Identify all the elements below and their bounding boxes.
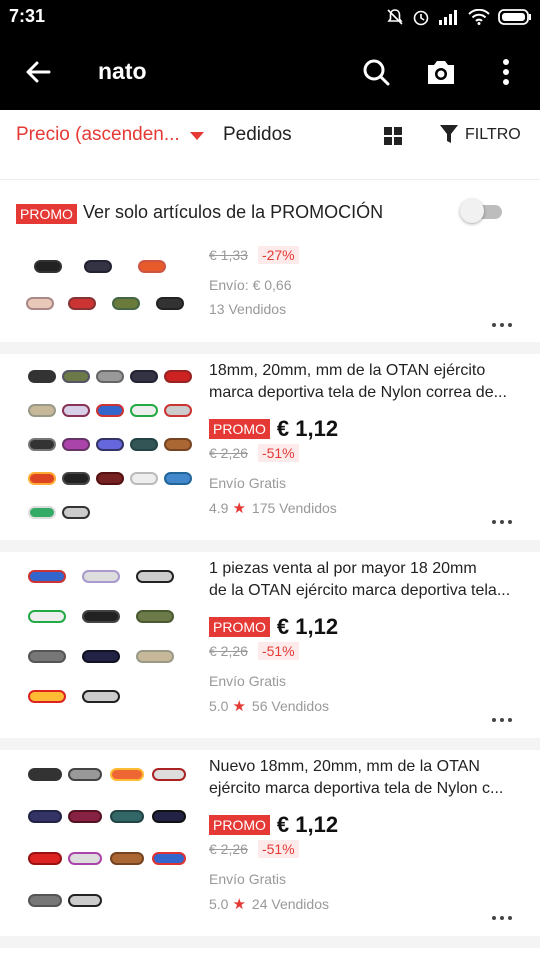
wifi-icon [468,9,490,25]
product-card[interactable] [0,948,540,960]
product-title-line: marca deportiva tela de Nylon correa de.… [209,384,507,401]
old-price-row: € 1,33 -27% [209,246,299,264]
toggle-knob[interactable] [460,199,484,223]
discount-badge: -51% [257,444,299,462]
discount-badge: -27% [257,246,299,264]
promo-badge: PROMO [209,419,270,439]
promo-toggle[interactable] [460,199,502,223]
price-sort-dropdown[interactable]: Precio (ascenden... [16,124,180,146]
old-price: € 1,33 [209,247,248,263]
shipping-info: Envío Gratis [209,871,287,887]
product-card[interactable]: Nuevo 18mm, 20mm, mm de la OTAN ejército… [0,750,540,936]
orders-sort-tab[interactable]: Pedidos [223,124,292,146]
search-icon[interactable] [360,56,392,88]
rating-row: 4.9 ★ 175 Vendidos [209,499,337,517]
product-price: € 1,12 [276,416,339,441]
grid-view-icon[interactable] [384,127,402,145]
divider [0,540,540,552]
more-vert-icon[interactable] [497,56,515,88]
shipping-info: Envío: € 0,66 [209,277,292,293]
chevron-down-icon[interactable] [190,132,204,140]
battery-icon [498,9,532,25]
old-price-row: € 2,26 -51% [209,840,299,858]
status-time: 7:31 [9,6,46,26]
star-icon: ★ [232,896,246,913]
alarm-icon [412,8,430,26]
sold-count: 56 Vendidos [251,698,329,714]
filter-icon[interactable] [439,123,459,150]
status-bar: 7:31 [0,0,540,34]
promo-badge: PROMO [209,617,270,637]
back-arrow-icon[interactable] [22,56,54,88]
product-title-line: 18mm, 20mm, mm de la OTAN ejército [209,362,486,379]
app-bar: nato [0,34,540,110]
discount-badge: -51% [257,642,299,660]
promo-badge: PROMO [209,815,270,835]
product-image[interactable] [24,242,196,324]
product-title-line: 1 piezas venta al por mayor 18 20mm [209,560,477,577]
product-title-line: ejército marca deportiva tela de Nylon c… [209,780,504,797]
mute-icon [386,8,404,26]
signal-icon [438,9,460,25]
product-image[interactable] [24,364,196,534]
more-options-icon[interactable] [492,520,512,526]
product-title-line: de la OTAN ejército marca deportiva tela… [209,582,511,599]
product-image[interactable] [24,760,196,930]
more-options-icon[interactable] [492,718,512,724]
promo-filter-row: PROMO Ver solo artículos de la PROMOCIÓN [0,180,540,242]
product-price: € 1,12 [276,614,339,639]
product-card[interactable]: € 1,33 -27% Envío: € 0,66 13 Vendidos [0,242,540,342]
rating-row: 5.0 ★ 56 Vendidos [209,697,329,715]
rating-value: 5.0 [209,698,229,714]
product-price: € 1,12 [276,812,339,837]
sold-count: 24 Vendidos [251,896,329,912]
rating-value: 5.0 [209,896,229,912]
rating-value: 4.9 [209,500,229,516]
star-icon: ★ [232,500,246,517]
more-options-icon[interactable] [492,323,512,329]
rating-row: 5.0 ★ 24 Vendidos [209,895,329,913]
old-price-row: € 2,26 -51% [209,444,299,462]
price-row: PROMO € 1,12 [209,416,338,442]
product-image[interactable] [24,562,196,732]
product-title[interactable]: 18mm, 20mm, mm de la OTAN ejército marca… [209,360,521,404]
filter-button[interactable]: FILTRO [465,126,521,144]
product-title[interactable]: 1 piezas venta al por mayor 18 20mm de l… [209,558,521,602]
search-query[interactable]: nato [98,58,147,85]
price-row: PROMO € 1,12 [209,812,338,838]
star-icon: ★ [232,698,246,715]
product-title-line: Nuevo 18mm, 20mm, mm de la OTAN [209,758,480,775]
old-price: € 2,26 [209,643,248,659]
product-title[interactable]: Nuevo 18mm, 20mm, mm de la OTAN ejército… [209,756,521,800]
sold-count: 175 Vendidos [251,500,337,516]
old-price: € 2,26 [209,841,248,857]
camera-icon[interactable] [424,56,458,88]
product-card[interactable]: 1 piezas venta al por mayor 18 20mm de l… [0,552,540,738]
sort-bar: Precio (ascenden... Pedidos FILTRO [0,110,540,180]
promo-badge: PROMO [16,204,77,224]
promo-filter-label: Ver solo artículos de la PROMOCIÓN [83,202,384,222]
shipping-info: Envío Gratis [209,475,287,491]
price-row: PROMO € 1,12 [209,614,338,640]
divider [0,342,540,354]
divider [0,936,540,948]
old-price-row: € 2,26 -51% [209,642,299,660]
status-icons [386,6,532,28]
sold-count: 13 Vendidos [209,301,287,317]
shipping-info: Envío Gratis [209,673,287,689]
divider [0,738,540,750]
old-price: € 2,26 [209,445,248,461]
product-card[interactable]: 18mm, 20mm, mm de la OTAN ejército marca… [0,354,540,540]
more-options-icon[interactable] [492,916,512,922]
discount-badge: -51% [257,840,299,858]
